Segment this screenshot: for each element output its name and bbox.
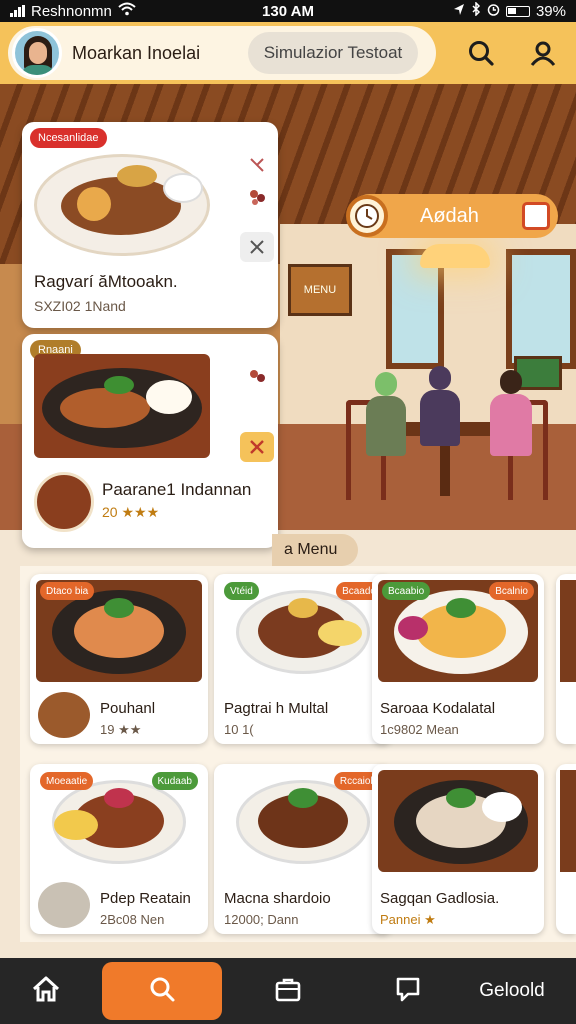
menu-card-image	[378, 770, 538, 872]
menu-card[interactable]: Moeaatie Kudaab Pdep Reatain 2Bc08 Nen	[30, 764, 208, 934]
status-bar: Reshnonmn 130 AM 39%	[0, 0, 576, 22]
restaurant-sign: MENU	[288, 264, 352, 316]
menu-card-peek[interactable]	[556, 764, 576, 934]
chat-icon	[394, 975, 422, 1008]
menu-card[interactable]: Sagqan Gadlosia. Pannei ★	[372, 764, 544, 934]
diner-illustration	[420, 366, 460, 446]
utensils-icon[interactable]	[240, 432, 274, 462]
menu-card-badge: Dtaco bia	[40, 582, 95, 600]
spice-icon	[240, 362, 274, 392]
menu-card-badge: Bcaabio	[382, 582, 431, 600]
menu-card-meta: 2Bc08 Nen	[100, 912, 165, 927]
wifi-icon	[118, 2, 136, 20]
menu-tab[interactable]: a Menu	[272, 534, 358, 566]
menu-card-title: Saroaa Kodalatal	[380, 700, 496, 717]
avatar[interactable]	[12, 28, 62, 78]
featured-card[interactable]: Ncesanlidae Ragvarí ăMtooakn. SXZI02 1Na…	[22, 122, 278, 328]
featured-tag: Ncesanlidae	[30, 128, 107, 148]
nav-home[interactable]	[14, 962, 78, 1020]
featured-subtitle: 20 ★★★	[102, 504, 160, 520]
menu-card-badge: Vtéid	[224, 582, 259, 600]
clock-icon	[346, 195, 388, 237]
signal-icon	[10, 5, 25, 17]
time-badge-label: Aødah	[420, 204, 479, 227]
menu-card-title: Macna shardoio	[224, 890, 331, 907]
search-icon[interactable]	[460, 32, 502, 74]
search-icon	[148, 975, 176, 1008]
user-name: Moarkan Inoelai	[72, 42, 201, 63]
bag-icon	[274, 975, 302, 1008]
nav-messages[interactable]	[376, 962, 440, 1020]
menu-card-meta: 1c9802 Mean	[380, 722, 459, 737]
app-header: Moarkan Inoelai Simulazior Testoat	[0, 22, 576, 84]
menu-card-meta: 19 ★★	[100, 722, 142, 737]
menu-card-peek[interactable]	[556, 574, 576, 744]
menu-card-thumb	[38, 692, 90, 738]
menu-card-badge: Bcalnio	[489, 582, 534, 600]
search-field[interactable]: Simulazior Testoat	[248, 32, 418, 74]
menu-card[interactable]: Vtéid Bcaado Pagtrai h Multal 10 1(	[214, 574, 392, 744]
menu-card-title: Pagtrai h Multal	[224, 700, 329, 717]
status-left: Reshnonmn	[10, 2, 210, 20]
menu-card-title: Pdep Reatain	[100, 890, 191, 907]
menu-card[interactable]: Rccaiob Macna shardoio 12000; Dann	[214, 764, 392, 934]
nav-profile[interactable]: Geloold	[464, 962, 560, 1020]
menu-card[interactable]: Dtaco bia Pouhanl 19 ★★	[30, 574, 208, 744]
calendar-icon[interactable]	[522, 202, 550, 230]
location-icon	[453, 3, 465, 20]
menu-card-meta: 10 1(	[224, 722, 254, 737]
bluetooth-icon	[471, 1, 481, 20]
hero-window	[506, 249, 576, 369]
menu-card-badge: Kudaab	[151, 772, 198, 790]
menu-card-title: Pouhanl	[100, 700, 156, 717]
bottom-nav: Geloold	[0, 958, 576, 1024]
diner-illustration	[366, 372, 406, 456]
status-time: 130 AM	[262, 2, 314, 20]
battery-icon	[505, 5, 530, 17]
menu-card-badge: Moeaatie	[40, 772, 94, 790]
lamp-illustration	[420, 244, 490, 268]
menu-card-meta: Pannei ★	[380, 912, 436, 927]
spice-icon	[240, 182, 274, 212]
header-profile-bar: Moarkan Inoelai Simulazior Testoat	[8, 26, 436, 80]
status-right: 39%	[366, 1, 566, 20]
time-badge[interactable]: Aødah	[346, 194, 558, 238]
battery-percent: 39%	[535, 2, 566, 20]
share-icon[interactable]	[240, 150, 274, 180]
carrier-name: Reshnonmn	[31, 2, 112, 20]
profile-icon[interactable]	[522, 32, 564, 74]
nav-profile-label: Geloold	[479, 980, 545, 1001]
featured-title: Paarane1 Indannan	[102, 480, 252, 499]
menu-card-title: Sagqan Gadlosia.	[380, 890, 500, 907]
featured-card[interactable]: Rnaani Paarane1 Indannan 20 ★★★	[22, 334, 278, 548]
utensils-icon[interactable]	[240, 232, 274, 262]
menu-card-thumb	[38, 882, 90, 928]
featured-title: Ragvarí ăMtooakn.	[34, 272, 178, 291]
nav-search[interactable]	[102, 962, 222, 1020]
alarm-icon	[487, 3, 500, 20]
home-icon	[31, 975, 61, 1008]
featured-subtitle: SXZI02 1Nand	[34, 298, 126, 314]
nav-orders[interactable]	[256, 962, 320, 1020]
dish-image	[34, 354, 210, 458]
dish-thumbnail	[34, 472, 94, 532]
menu-card-meta: 12000; Dann	[224, 912, 299, 927]
diner-illustration	[490, 370, 532, 456]
dish-image	[34, 154, 210, 256]
menu-card[interactable]: Bcaabio Bcalnio Saroaa Kodalatal 1c9802 …	[372, 574, 544, 744]
